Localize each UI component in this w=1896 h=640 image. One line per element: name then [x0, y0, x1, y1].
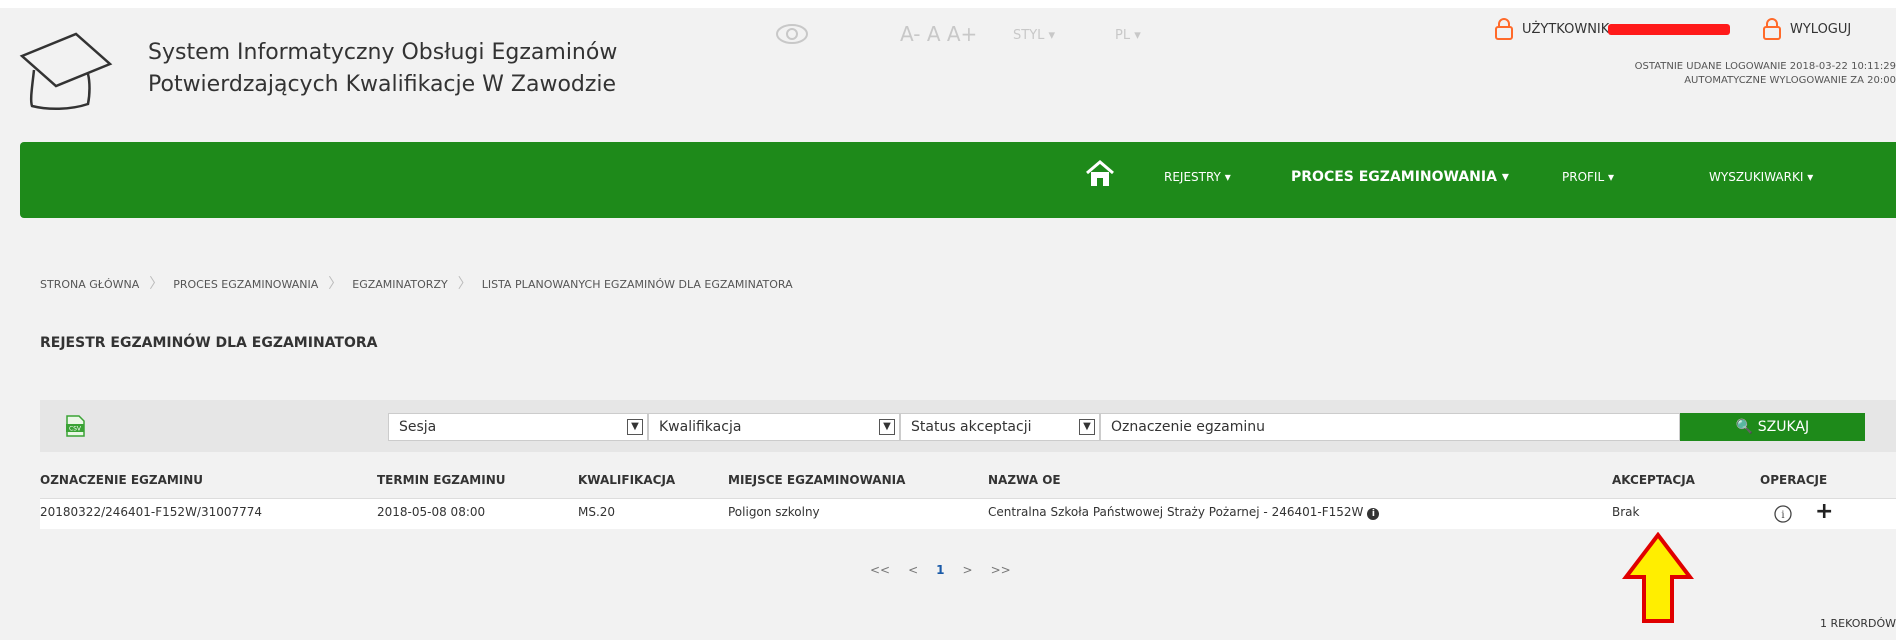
col-akceptacja[interactable]: AKCEPTACJA: [1612, 473, 1695, 487]
redacted-username: [1608, 24, 1730, 35]
breadcrumb-egzaminatorzy[interactable]: EGZAMINATORZY: [352, 278, 447, 291]
pager-first[interactable]: <<: [870, 563, 890, 577]
col-oznaczenie[interactable]: OZNACZENIE EGZAMINU: [40, 473, 203, 487]
top-strip: [0, 0, 1896, 8]
add-icon[interactable]: +: [1815, 499, 1833, 524]
filter-bar: CSV Sesja ▼ Kwalifikacja ▼ Status akcept…: [40, 400, 1896, 452]
breadcrumb-proces[interactable]: PROCES EGZAMINOWANIA: [173, 278, 318, 291]
info-icon[interactable]: i: [1367, 508, 1380, 520]
cell-oznaczenie: 20180322/246401-F152W/31007774: [40, 505, 263, 519]
pagination: << <1 > >>: [870, 563, 1029, 577]
oznaczenie-input[interactable]: Oznaczenie egzaminu: [1100, 413, 1680, 441]
kwalifikacja-select[interactable]: Kwalifikacja ▼: [648, 413, 900, 441]
breadcrumb-home[interactable]: STRONA GŁÓWNA: [40, 278, 139, 291]
breadcrumb: STRONA GŁÓWNA 〉 PROCES EGZAMINOWANIA 〉 EGZAM…: [40, 273, 793, 293]
site-title-line2: Potwierdzających Kwalifikacje W Zawodzie: [148, 72, 617, 97]
col-miejsce[interactable]: MIEJSCE EGZAMINOWANIA: [728, 473, 905, 487]
svg-text:i: i: [1781, 510, 1784, 521]
nav-profil[interactable]: PROFIL ▾: [1562, 170, 1614, 184]
logout-lock-icon[interactable]: [1762, 18, 1782, 40]
language-dropdown[interactable]: PL ▾: [1115, 28, 1141, 43]
status-select[interactable]: Status akceptacji ▼: [900, 413, 1100, 441]
cell-termin: 2018-05-08 08:00: [377, 505, 486, 519]
breadcrumb-separator: 〉: [149, 276, 164, 292]
svg-text:CSV: CSV: [69, 426, 82, 433]
search-button[interactable]: 🔍 SZUKAJ: [1680, 413, 1865, 441]
user-label[interactable]: UŻYTKOWNIK:: [1522, 22, 1614, 37]
font-size-controls[interactable]: A- A A+: [900, 22, 977, 46]
chevron-down-icon[interactable]: ▼: [879, 419, 895, 435]
pager-next[interactable]: >: [963, 563, 973, 577]
breadcrumb-separator: 〉: [457, 276, 472, 292]
table-header: OZNACZENIE EGZAMINU TERMIN EGZAMINU KWAL…: [40, 473, 1896, 493]
style-dropdown[interactable]: STYL ▾: [1013, 28, 1055, 43]
details-info-icon[interactable]: i: [1773, 504, 1793, 524]
table-row: 20180322/246401-F152W/31007774 2018-05-0…: [40, 498, 1896, 529]
col-nazwa-oe[interactable]: NAZWA OE: [988, 473, 1061, 487]
kwalifikacja-select-value: Kwalifikacja: [659, 419, 742, 435]
nav-rejestry[interactable]: REJESTRY ▾: [1164, 170, 1231, 184]
site-title-line1: System Informatyczny Obsługi Egzaminów: [148, 40, 618, 65]
page-title: REJESTR EGZAMINÓW DLA EGZAMINATORA: [40, 335, 378, 351]
lock-icon: [1495, 18, 1513, 40]
graduation-cap-logo: [19, 32, 113, 110]
col-operacje: OPERACJE: [1760, 473, 1828, 487]
cell-akceptacja: Brak: [1612, 505, 1640, 519]
user-area: UŻYTKOWNIK: WYLOGUJ: [1494, 18, 1896, 40]
csv-export-icon[interactable]: CSV: [64, 415, 86, 437]
nav-wyszukiwarki[interactable]: WYSZUKIWARKI ▾: [1709, 170, 1813, 184]
pager-last[interactable]: >>: [991, 563, 1011, 577]
status-select-value: Status akceptacji: [911, 419, 1032, 435]
cell-nazwa-oe: Centralna Szkoła Państwowej Straży Pożar…: [988, 505, 1380, 520]
last-login: OSTATNIE UDANE LOGOWANIE 2018-03-22 10:1…: [1634, 61, 1896, 72]
pager-prev[interactable]: <: [908, 563, 918, 577]
chevron-down-icon[interactable]: ▼: [627, 419, 643, 435]
col-termin[interactable]: TERMIN EGZAMINU: [377, 473, 505, 487]
login-info: OSTATNIE UDANE LOGOWANIE 2018-03-22 10:1…: [1476, 60, 1896, 88]
annotation-up-arrow-icon: [1622, 532, 1694, 623]
sesja-select[interactable]: Sesja ▼: [388, 413, 648, 441]
eye-icon[interactable]: [775, 22, 809, 46]
nav-proces-egzaminowania[interactable]: PROCES EGZAMINOWANIA ▾: [1291, 169, 1509, 185]
breadcrumb-separator: 〉: [328, 276, 343, 292]
col-kwalifikacja[interactable]: KWALIFIKACJA: [578, 473, 675, 487]
cell-miejsce: Poligon szkolny: [728, 505, 820, 519]
sesja-select-value: Sesja: [399, 419, 437, 435]
auto-logout: AUTOMATYCZNE WYLOGOWANIE ZA 20:00: [1684, 75, 1896, 86]
main-nav: REJESTRY ▾ PROCES EGZAMINOWANIA ▾ PROFIL…: [20, 142, 1896, 218]
cell-kwalifikacja: MS.20: [578, 505, 616, 519]
site-title: System Informatyczny Obsługi Egzaminów P…: [148, 37, 617, 101]
home-icon[interactable]: [1085, 160, 1115, 188]
pager-current[interactable]: 1: [936, 563, 944, 577]
cell-nazwa-oe-text: Centralna Szkoła Państwowej Straży Pożar…: [988, 505, 1364, 519]
header: System Informatyczny Obsługi Egzaminów P…: [0, 8, 1896, 118]
logout-link[interactable]: WYLOGUJ: [1790, 22, 1851, 37]
chevron-down-icon[interactable]: ▼: [1079, 419, 1095, 435]
breadcrumb-current: LISTA PLANOWANYCH EGZAMINÓW DLA EGZAMINA…: [481, 278, 793, 291]
records-count: 1 REKORDÓW Z 1 .: [1820, 617, 1896, 630]
